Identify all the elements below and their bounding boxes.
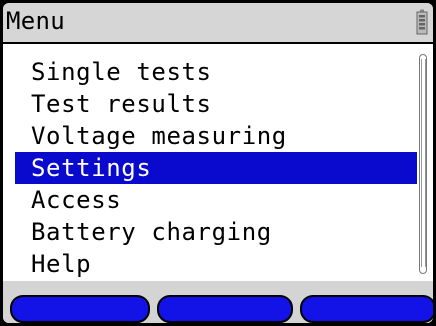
softkey-right-button[interactable] <box>300 295 433 323</box>
menu-item-help[interactable]: Help <box>15 248 417 280</box>
page-title: Menu <box>6 7 65 35</box>
scrollbar-thumb[interactable] <box>421 59 426 267</box>
menu-item-access[interactable]: Access <box>15 184 417 216</box>
menu-item-label: Test results <box>31 90 212 118</box>
battery-icon <box>416 9 428 35</box>
menu-item-voltage-measuring[interactable]: Voltage measuring <box>15 120 417 152</box>
menu-item-label: Single tests <box>31 58 212 86</box>
menu-item-single-tests[interactable]: Single tests <box>15 56 417 88</box>
menu-item-label: Settings <box>31 154 152 182</box>
softkey-bar <box>3 281 433 323</box>
menu-item-label: Access <box>31 186 122 214</box>
softkey-middle-button[interactable] <box>157 295 293 323</box>
menu-item-settings[interactable]: Settings <box>15 152 417 184</box>
menu-item-battery-charging[interactable]: Battery charging <box>15 216 417 248</box>
softkey-left-button[interactable] <box>10 295 150 323</box>
menu-item-test-results[interactable]: Test results <box>15 88 417 120</box>
vertical-scrollbar[interactable] <box>419 54 427 274</box>
device-screen: Menu Single tests Test results Voltage m… <box>3 3 433 323</box>
menu-list-pane: Single tests Test results Voltage measur… <box>3 44 433 281</box>
menu-list: Single tests Test results Voltage measur… <box>15 56 417 280</box>
title-bar: Menu <box>3 3 433 44</box>
menu-item-label: Voltage measuring <box>31 122 287 150</box>
menu-item-label: Help <box>31 250 92 278</box>
menu-item-label: Battery charging <box>31 218 272 246</box>
